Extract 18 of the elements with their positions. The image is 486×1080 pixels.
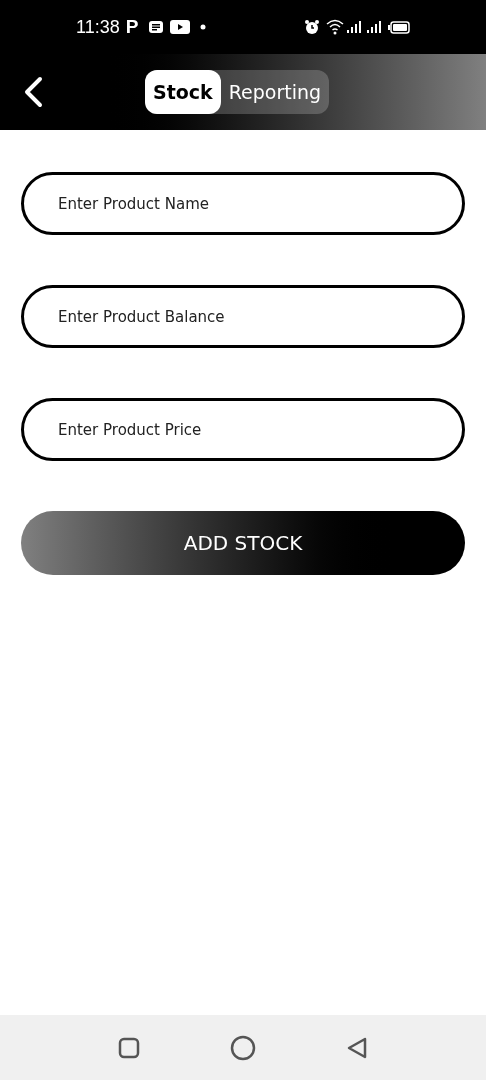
add-stock-button[interactable]: ADD STOCK	[21, 511, 465, 575]
alarm-icon	[304, 19, 320, 35]
input-field[interactable]: Enter Product Name	[21, 172, 465, 235]
back-triangle-icon[interactable]	[346, 1035, 368, 1060]
notification-letter: P	[125, 14, 139, 39]
status-time: 11:38	[76, 15, 120, 39]
home-circle-icon[interactable]	[230, 1034, 256, 1061]
tab[interactable]: Stock	[144, 70, 221, 114]
video-icon	[170, 20, 191, 34]
battery-icon	[388, 20, 410, 34]
wifi-icon	[326, 19, 344, 35]
input-field[interactable]: Enter Product Balance	[21, 285, 465, 348]
tab[interactable]: Reporting	[220, 70, 330, 114]
square-icon[interactable]	[118, 1036, 140, 1059]
back-icon[interactable]	[22, 76, 44, 108]
input-field[interactable]: Enter Product Price	[21, 398, 465, 461]
message-icon	[148, 20, 165, 34]
dot-icon	[200, 24, 207, 30]
